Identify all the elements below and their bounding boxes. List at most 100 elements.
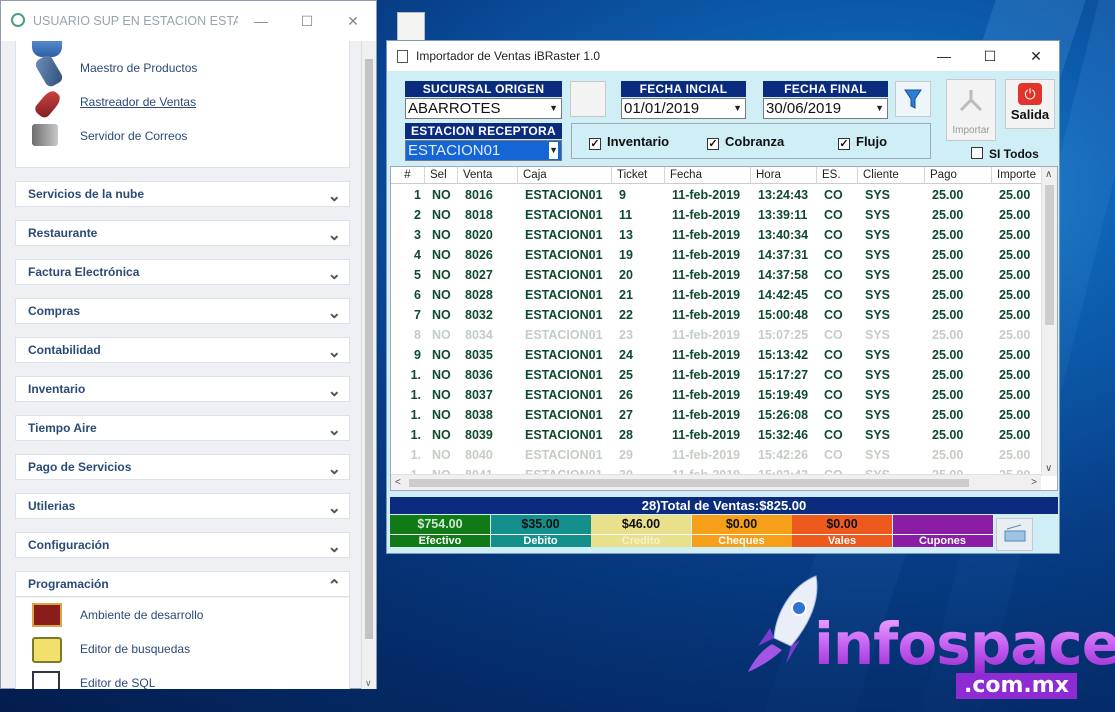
table-row[interactable]: 1. NO 8039 ESTACION01 28 11-feb-2019 15:32:46 C…: [391, 425, 1041, 445]
scrollbar-thumb[interactable]: [365, 59, 373, 639]
maximize-icon[interactable]: ☐: [284, 13, 330, 30]
column-header[interactable]: Ticket: [612, 167, 665, 184]
checkbox-icon[interactable]: [971, 147, 983, 159]
importer-titlebar[interactable]: Importador de Ventas iBRaster 1.0 — ☐ ✕: [387, 41, 1059, 71]
chevron-down-icon[interactable]: ⌄: [328, 186, 341, 206]
column-header[interactable]: Pago: [925, 167, 992, 184]
scroll-up-icon[interactable]: ∧: [1045, 169, 1052, 180]
cell-hora: 14:42:45: [758, 288, 809, 302]
estacion-select[interactable]: ESTACION01 ▼: [405, 140, 562, 161]
chevron-up-icon[interactable]: ⌃: [328, 576, 341, 596]
minimize-icon[interactable]: —: [921, 48, 967, 64]
menu-item[interactable]: Rastreador de Ventas: [16, 85, 349, 120]
chevron-down-icon[interactable]: ⌄: [328, 420, 341, 440]
chevron-down-icon[interactable]: ▼: [733, 99, 742, 118]
column-header[interactable]: #: [391, 167, 425, 184]
chevron-down-icon[interactable]: ⌄: [328, 225, 341, 245]
section-header[interactable]: Configuración ⌄: [15, 532, 350, 558]
chevron-down-icon[interactable]: ⌄: [328, 537, 341, 557]
fecha-inicial-picker[interactable]: 01/01/2019 ▼: [621, 98, 746, 119]
section-header[interactable]: Pago de Servicios ⌄: [15, 454, 350, 480]
section-header[interactable]: Compras ⌄: [15, 298, 350, 324]
table-row[interactable]: 6 NO 8028 ESTACION01 21 11-feb-2019 14:42:45 CO…: [391, 285, 1041, 305]
checkbox-icon[interactable]: ✓: [838, 138, 850, 150]
close-icon[interactable]: ✕: [1013, 48, 1059, 65]
column-header[interactable]: Venta: [458, 167, 518, 184]
minimize-icon[interactable]: —: [238, 13, 284, 29]
table-row[interactable]: 1. NO 8037 ESTACION01 26 11-feb-2019 15:19:49 C…: [391, 385, 1041, 405]
chevron-down-icon[interactable]: ⌄: [328, 459, 341, 479]
grid-vertical-scrollbar[interactable]: ∧ ∨: [1041, 167, 1057, 476]
column-header[interactable]: Hora: [751, 167, 817, 184]
column-header[interactable]: ES.: [817, 167, 858, 184]
prog-item[interactable]: Editor de busquedas: [16, 632, 349, 666]
close-icon[interactable]: ✕: [330, 13, 376, 30]
scroll-down-icon[interactable]: ∨: [1045, 463, 1052, 474]
grid-horizontal-scrollbar[interactable]: < >: [391, 474, 1041, 490]
blank-button[interactable]: [570, 81, 606, 117]
table-row[interactable]: 1. NO 8040 ESTACION01 29 11-feb-2019 15:42:26 C…: [391, 445, 1041, 465]
cell-cliente: SYS: [865, 328, 891, 342]
column-header[interactable]: Sel: [425, 167, 458, 184]
section-header[interactable]: Contabilidad ⌄: [15, 337, 350, 363]
section-header[interactable]: Tiempo Aire ⌄: [15, 415, 350, 441]
maximize-icon[interactable]: ☐: [967, 48, 1013, 65]
prog-item[interactable]: Editor de SQL: [16, 666, 349, 689]
chevron-down-icon[interactable]: ▼: [549, 142, 558, 159]
sucursal-select[interactable]: ABARROTES ▼: [405, 98, 562, 119]
importar-button[interactable]: Importar: [946, 79, 996, 141]
chevron-down-icon[interactable]: ⌄: [328, 264, 341, 284]
checkbox-icon[interactable]: ✓: [589, 138, 601, 150]
section-header[interactable]: Factura Electrónica ⌄: [15, 259, 350, 285]
table-row[interactable]: 3 NO 8020 ESTACION01 13 11-feb-2019 13:40:34 CO…: [391, 225, 1041, 245]
filter-button[interactable]: [895, 81, 931, 117]
table-row[interactable]: 1. NO 8036 ESTACION01 25 11-feb-2019 15:17:27 C…: [391, 365, 1041, 385]
checkbox-icon[interactable]: ✓: [707, 138, 719, 150]
left-window-scrollbar[interactable]: ∨: [361, 41, 376, 689]
menu-item[interactable]: Maestro de Productos: [16, 51, 349, 89]
chevron-down-icon[interactable]: ▼: [875, 99, 884, 118]
table-row[interactable]: 9 NO 8035 ESTACION01 24 11-feb-2019 15:13:42 CO…: [391, 345, 1041, 365]
main-menu-window: USUARIO SUP EN ESTACION ESTACI... — ☐ ✕ …: [0, 0, 377, 689]
desktop-file-icon[interactable]: [397, 12, 425, 42]
column-header[interactable]: Cliente: [858, 167, 925, 184]
cell-es: CO: [824, 348, 843, 362]
section-header[interactable]: Utilerias ⌄: [15, 493, 350, 519]
chevron-down-icon[interactable]: ⌄: [328, 498, 341, 518]
section-header[interactable]: Restaurante ⌄: [15, 220, 350, 246]
table-row[interactable]: 8 NO 8034 ESTACION01 23 11-feb-2019 15:07:25 CO…: [391, 325, 1041, 345]
table-row[interactable]: 1 NO 8016 ESTACION01 9 11-feb-2019 13:24:43 CO S…: [391, 185, 1041, 205]
payment-action-button[interactable]: [996, 518, 1033, 551]
check-cobranza[interactable]: ✓ Cobranza: [707, 134, 784, 150]
scroll-left-icon[interactable]: <: [395, 477, 401, 488]
section-header[interactable]: Programación ⌃: [15, 571, 350, 597]
left-window-titlebar[interactable]: USUARIO SUP EN ESTACION ESTACI... — ☐ ✕: [1, 1, 376, 41]
scroll-right-icon[interactable]: >: [1031, 477, 1037, 488]
column-header[interactable]: Caja: [518, 167, 612, 184]
cell-ticket: 29: [619, 448, 633, 462]
salida-button[interactable]: ⏻ Salida: [1005, 79, 1055, 129]
column-header[interactable]: Fecha: [665, 167, 751, 184]
scrollbar-thumb[interactable]: [1045, 185, 1054, 325]
fecha-final-picker[interactable]: 30/06/2019 ▼: [763, 98, 888, 119]
cell-fecha: 11-feb-2019: [672, 288, 741, 302]
check-si-todos[interactable]: SI Todos: [971, 147, 1039, 161]
section-header[interactable]: Inventario ⌄: [15, 376, 350, 402]
section-header[interactable]: Servicios de la nube ⌄: [15, 181, 350, 207]
menu-item[interactable]: Servidor de Correos: [16, 119, 349, 153]
scrollbar-thumb[interactable]: [409, 479, 969, 487]
chevron-down-icon[interactable]: ▼: [549, 99, 558, 118]
table-row[interactable]: 5 NO 8027 ESTACION01 20 11-feb-2019 14:37:58 CO…: [391, 265, 1041, 285]
chevron-down-icon[interactable]: ⌄: [328, 303, 341, 323]
table-row[interactable]: 2 NO 8018 ESTACION01 11 11-feb-2019 13:39:11 CO…: [391, 205, 1041, 225]
check-flujo[interactable]: ✓ Flujo: [838, 134, 887, 150]
table-row[interactable]: 1. NO 8038 ESTACION01 27 11-feb-2019 15:26:08 C…: [391, 405, 1041, 425]
chevron-down-icon[interactable]: ⌄: [328, 381, 341, 401]
table-row[interactable]: 4 NO 8026 ESTACION01 19 11-feb-2019 14:37:31 CO…: [391, 245, 1041, 265]
check-inventario[interactable]: ✓ Inventario: [589, 134, 669, 150]
chevron-down-icon[interactable]: ⌄: [328, 342, 341, 362]
scroll-down-icon[interactable]: ∨: [365, 678, 372, 689]
column-header[interactable]: Importe: [992, 167, 1044, 184]
table-row[interactable]: 7 NO 8032 ESTACION01 22 11-feb-2019 15:00:48 CO…: [391, 305, 1041, 325]
prog-item[interactable]: Ambiente de desarrollo: [16, 598, 349, 632]
